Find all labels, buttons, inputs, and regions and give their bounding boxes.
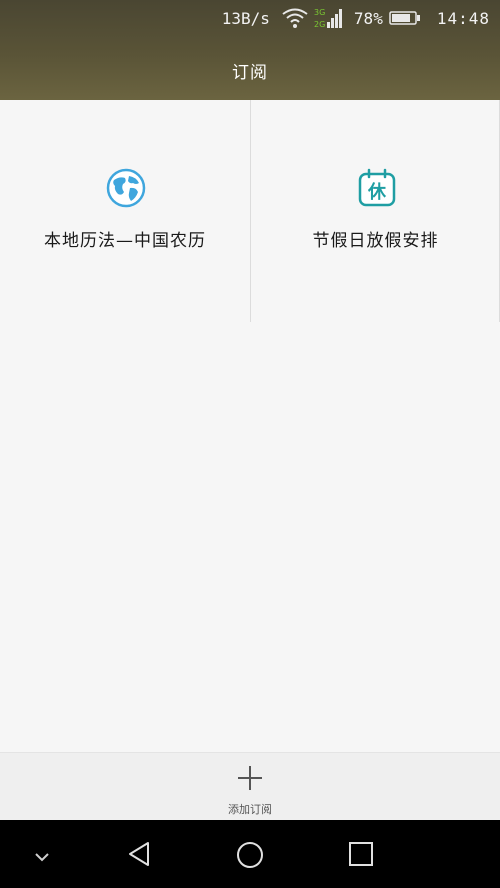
add-subscription-label: 添加订阅: [228, 803, 272, 816]
top-app-header: 13B/s 3G 2G 78% 14:48 订阅: [0, 0, 500, 100]
status-bar: 13B/s 3G 2G 78% 14:48: [0, 0, 500, 36]
holiday-calendar-icon: 休: [357, 168, 397, 208]
subscription-item-holiday-schedule[interactable]: 休 节假日放假安排: [250, 100, 500, 322]
network-speed: 13B/s: [221, 8, 270, 28]
cellular-signal-icon: 3G 2G: [314, 6, 344, 30]
subscription-label: 本地历法—中国农历: [44, 231, 206, 251]
network-badge-2g: 2G: [314, 20, 325, 29]
network-badge-3g: 3G: [314, 8, 325, 17]
globe-icon: [106, 168, 146, 208]
page-title: 订阅: [232, 63, 268, 83]
subscription-label: 节假日放假安排: [312, 231, 439, 251]
subscription-item-lunar-calendar[interactable]: 本地历法—中国农历: [0, 100, 250, 322]
recent-apps-icon[interactable]: [348, 841, 374, 871]
home-icon[interactable]: [235, 840, 265, 874]
add-subscription-button[interactable]: 添加订阅: [0, 752, 500, 820]
plus-icon: [237, 765, 263, 791]
battery-icon: [389, 10, 421, 26]
system-nav-bar: [0, 820, 500, 888]
subscription-grid: 本地历法—中国农历 休 节假日放假安排: [0, 100, 500, 322]
chevron-down-icon[interactable]: [34, 848, 50, 867]
back-icon[interactable]: [126, 840, 152, 872]
holiday-icon-text: 休: [367, 181, 387, 203]
clock: 14:48: [436, 8, 490, 28]
wifi-icon: [282, 8, 308, 28]
battery-percent: 78%: [353, 8, 383, 28]
